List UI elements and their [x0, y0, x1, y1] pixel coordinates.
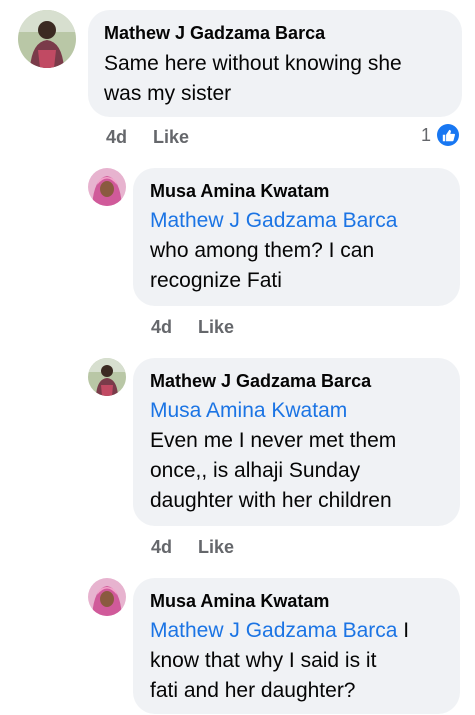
comment-bubble-2: Musa Amina Kwatam Mathew J Gadzama Barca… — [133, 168, 460, 306]
comment-timestamp[interactable]: 4d — [106, 127, 127, 148]
comment-text-line: once,, is alhaji Sunday — [150, 459, 361, 482]
comment-text: Same here without knowing she was my sis… — [104, 49, 446, 109]
comment-text-line: recognize Fati — [150, 269, 282, 292]
mention-link[interactable]: Mathew J Gadzama Barca — [150, 206, 443, 236]
avatar-musa[interactable] — [88, 578, 126, 616]
comment-author[interactable]: Mathew J Gadzama Barca — [104, 22, 446, 44]
comment-timestamp[interactable]: 4d — [151, 537, 172, 558]
like-button[interactable]: Like — [198, 317, 234, 338]
comment-text-line: fati and her daughter? — [150, 679, 356, 702]
comment-text-line: was my sister — [104, 82, 232, 105]
comment-bubble-4: Musa Amina Kwatam Mathew J Gadzama Barca… — [133, 578, 460, 714]
comment-bubble-3: Mathew J Gadzama Barca Musa Amina Kwatam… — [133, 358, 460, 526]
like-button[interactable]: Like — [198, 537, 234, 558]
comment-meta-3: 4d Like — [151, 537, 234, 558]
mention-link[interactable]: Mathew J Gadzama Barca — [150, 619, 397, 642]
like-button[interactable]: Like — [153, 127, 189, 148]
comment-text-line: Even me I never met them — [150, 429, 397, 452]
comment-text-line: Mathew J Gadzama Barca I — [150, 616, 443, 646]
comment-meta-2: 4d Like — [151, 317, 234, 338]
comment-author[interactable]: Musa Amina Kwatam — [150, 180, 443, 202]
comment-text-line: know that why I said is it — [150, 649, 377, 672]
comment-bubble-1: Mathew J Gadzama Barca Same here without… — [88, 10, 462, 117]
comment-text-line: Same here without knowing she — [104, 52, 402, 75]
comment-text: Musa Amina Kwatam Even me I never met th… — [150, 396, 443, 516]
reaction-count: 1 — [421, 124, 432, 145]
comment-meta-1: 4d Like — [106, 127, 189, 148]
thumbs-up-icon — [437, 124, 460, 146]
mention-link[interactable]: Musa Amina Kwatam — [150, 396, 443, 426]
comment-author[interactable]: Musa Amina Kwatam — [150, 590, 443, 612]
avatar-mathew[interactable] — [88, 358, 126, 396]
comment-text: Mathew J Gadzama Barca who among them? I… — [150, 206, 443, 296]
comment-author[interactable]: Mathew J Gadzama Barca — [150, 370, 443, 392]
reaction-summary[interactable]: 1 — [421, 124, 460, 146]
avatar-mathew[interactable] — [18, 10, 76, 68]
comment-text-line: who among them? I can — [150, 239, 375, 262]
comment-text: Mathew J Gadzama Barca I know that why I… — [150, 616, 443, 706]
comment-timestamp[interactable]: 4d — [151, 317, 172, 338]
comment-text-line: daughter with her children — [150, 489, 392, 512]
comment-text-fragment: I — [397, 619, 410, 642]
avatar-musa[interactable] — [88, 168, 126, 206]
